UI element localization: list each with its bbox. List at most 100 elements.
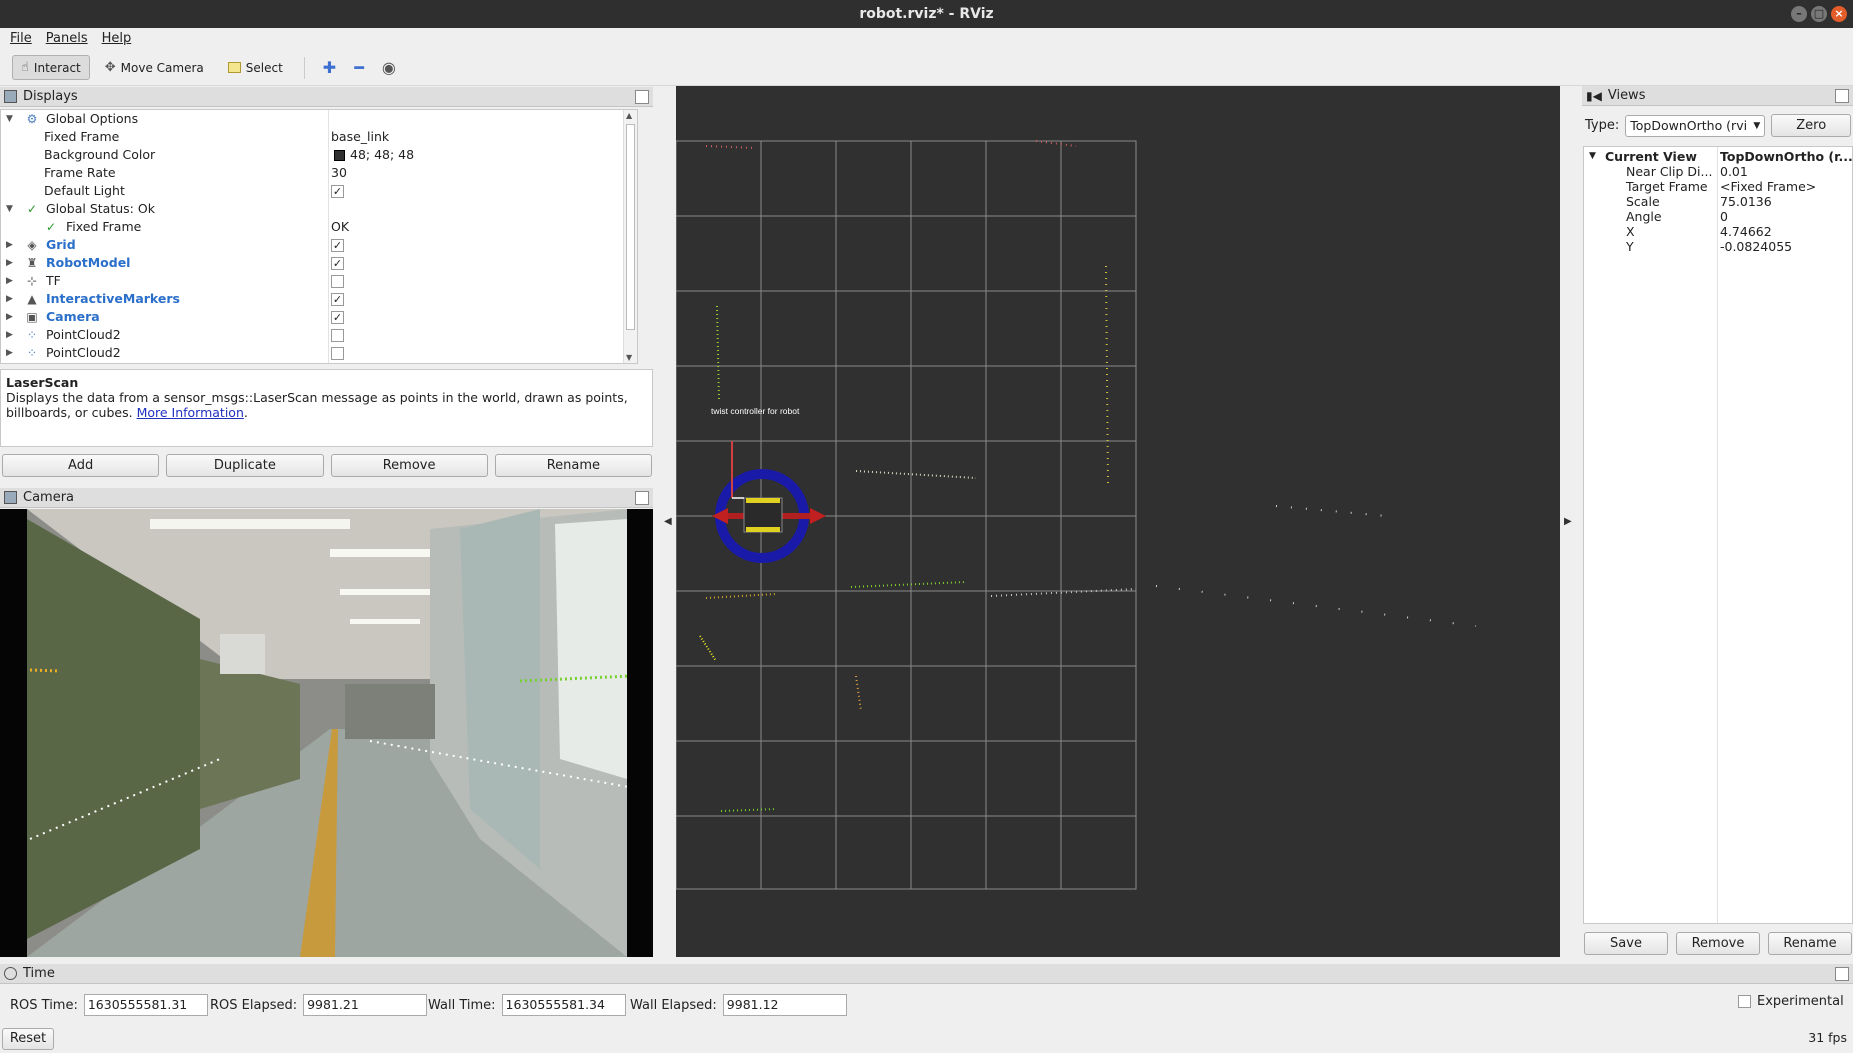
row-label: RobotModel: [46, 255, 131, 270]
panel-float-button[interactable]: [635, 491, 649, 505]
grid-icon: ◈: [27, 238, 37, 252]
displays-scrollbar[interactable]: ▲ ▼: [623, 110, 637, 363]
experimental-checkbox[interactable]: [1738, 995, 1751, 1008]
prop-value[interactable]: -0.0824055: [1720, 239, 1792, 254]
more-information-link[interactable]: More Information: [137, 405, 244, 420]
expand-icon[interactable]: ▼: [1589, 149, 1596, 164]
row-label: TF: [46, 273, 61, 288]
toolbar: ☝ Interact ✥ Move Camera Select ✚ ━ ◉: [0, 50, 1853, 86]
current-view-row[interactable]: ▼ Current View TopDownOrtho (r...: [1584, 149, 1853, 164]
reset-button[interactable]: Reset: [2, 1028, 54, 1050]
row-value[interactable]: 30: [331, 164, 347, 182]
wall-time-field[interactable]: 1630555581.34: [501, 994, 626, 1016]
tree-row-pointcloud2[interactable]: ▶ ⁘ PointCloud2: [1, 344, 637, 362]
menu-panels[interactable]: Panels: [46, 28, 88, 50]
wall-elapsed-label: Wall Elapsed:: [630, 997, 717, 1013]
collapse-icon[interactable]: ▶: [6, 326, 16, 344]
tree-row-grid[interactable]: ▶ ◈ Grid ✓: [1, 236, 637, 254]
prop-value[interactable]: 75.0136: [1720, 194, 1772, 209]
minimize-icon[interactable]: –: [1791, 6, 1807, 22]
scrollbar-thumb[interactable]: [626, 124, 635, 330]
row-label: Frame Rate: [44, 165, 116, 180]
pointcloud2-checkbox[interactable]: [331, 347, 344, 360]
collapse-icon[interactable]: ▶: [6, 290, 16, 308]
zero-button[interactable]: Zero: [1771, 114, 1852, 137]
prop-value[interactable]: 0.01: [1720, 164, 1748, 179]
interact-tool-button[interactable]: ☝ Interact: [12, 55, 90, 80]
select-label: Select: [245, 60, 283, 75]
color-swatch[interactable]: [334, 150, 345, 161]
pointcloud2-checkbox[interactable]: [331, 329, 344, 342]
ros-time-group: ROS Time: 1630555581.31: [10, 994, 208, 1016]
collapse-icon[interactable]: ▶: [6, 344, 16, 362]
ros-time-field[interactable]: 1630555581.31: [83, 994, 208, 1016]
collapse-left-icon[interactable]: ◀: [664, 516, 672, 527]
interactivemarkers-checkbox[interactable]: ✓: [331, 293, 344, 306]
view-prop-row[interactable]: Scale 75.0136: [1584, 194, 1852, 209]
tree-row-fixed-frame[interactable]: Fixed Frame base_link: [1, 128, 637, 146]
tree-row-tf[interactable]: ▶ ⊹ TF: [1, 272, 637, 290]
grid-checkbox[interactable]: ✓: [331, 239, 344, 252]
select-tool-button[interactable]: Select: [219, 56, 292, 80]
tree-row-robotmodel[interactable]: ▶ ♜ RobotModel ✓: [1, 254, 637, 272]
view-prop-row[interactable]: Target Frame <Fixed Frame>: [1584, 179, 1852, 194]
collapse-icon[interactable]: ▶: [6, 236, 16, 254]
row-value[interactable]: base_link: [331, 128, 389, 146]
ros-elapsed-field[interactable]: 9981.21: [303, 994, 428, 1016]
tree-row-default-light[interactable]: Default Light ✓: [1, 182, 637, 200]
expand-icon[interactable]: ▼: [6, 200, 16, 218]
prop-value[interactable]: <Fixed Frame>: [1720, 179, 1816, 194]
view-prop-row[interactable]: Y -0.0824055: [1584, 239, 1852, 254]
collapse-icon[interactable]: ▶: [6, 272, 16, 290]
eye-icon[interactable]: ◉: [376, 58, 402, 77]
close-icon[interactable]: ×: [1831, 6, 1847, 22]
collapse-icon[interactable]: ▶: [6, 308, 16, 326]
collapse-right-icon[interactable]: ▶: [1564, 516, 1572, 527]
tree-row-global-options[interactable]: ▼ ⚙ Global Options: [1, 110, 637, 128]
camera-checkbox[interactable]: ✓: [331, 311, 344, 324]
scroll-down-icon[interactable]: ▼: [626, 353, 632, 362]
tree-row-camera[interactable]: ▶ ▣ Camera ✓: [1, 308, 637, 326]
rename-view-button[interactable]: Rename: [1768, 932, 1852, 955]
menu-help[interactable]: Help: [102, 28, 132, 50]
tree-row-pointcloud2[interactable]: ▶ ⁘ PointCloud2: [1, 326, 637, 344]
view-prop-row[interactable]: Angle 0: [1584, 209, 1852, 224]
tree-row-frame-rate[interactable]: Frame Rate 30: [1, 164, 637, 182]
tree-row-interactivemarkers[interactable]: ▶ ▲ InteractiveMarkers ✓: [1, 290, 637, 308]
axes-icon: ⊹: [26, 274, 38, 288]
view-prop-row[interactable]: Near Clip Di... 0.01: [1584, 164, 1852, 179]
rename-button[interactable]: Rename: [494, 454, 652, 477]
panel-float-button[interactable]: [635, 90, 649, 104]
menu-file[interactable]: File: [10, 28, 32, 50]
expand-icon[interactable]: ▼: [6, 110, 16, 128]
row-label: PointCloud2: [46, 345, 121, 360]
view-prop-row[interactable]: X 4.74662: [1584, 224, 1852, 239]
panel-float-button[interactable]: [1835, 89, 1849, 103]
remove-tool-icon[interactable]: ━: [348, 58, 370, 77]
maximize-icon[interactable]: □: [1811, 6, 1827, 22]
add-tool-icon[interactable]: ✚: [317, 58, 342, 77]
robotmodel-checkbox[interactable]: ✓: [331, 257, 344, 270]
view-type-select[interactable]: TopDownOrtho (rvi ▼: [1625, 114, 1766, 137]
wall-elapsed-field[interactable]: 9981.12: [722, 994, 847, 1016]
prop-value[interactable]: 4.74662: [1720, 224, 1772, 239]
default-light-checkbox[interactable]: ✓: [331, 185, 344, 198]
save-view-button[interactable]: Save: [1584, 932, 1668, 955]
remove-view-button[interactable]: Remove: [1676, 932, 1760, 955]
tree-row-background-color[interactable]: Background Color 48; 48; 48: [1, 146, 637, 164]
scroll-up-icon[interactable]: ▲: [626, 111, 632, 120]
duplicate-button[interactable]: Duplicate: [166, 454, 324, 477]
row-value[interactable]: 48; 48; 48: [350, 146, 414, 164]
add-button[interactable]: Add: [2, 454, 160, 477]
tree-row-global-status[interactable]: ▼ ✓ Global Status: Ok: [1, 200, 637, 218]
collapse-icon[interactable]: ▶: [6, 254, 16, 272]
render-viewport[interactable]: twist controller for robot: [676, 86, 1560, 957]
prop-value[interactable]: 0: [1720, 209, 1728, 224]
interactive-marker[interactable]: [712, 469, 826, 563]
tree-row-status-fixed-frame[interactable]: ✓ Fixed Frame OK: [1, 218, 637, 236]
camera-image[interactable]: [0, 509, 653, 957]
panel-float-button[interactable]: [1835, 967, 1849, 981]
remove-button[interactable]: Remove: [330, 454, 488, 477]
move-camera-tool-button[interactable]: ✥ Move Camera: [96, 55, 213, 80]
tf-checkbox[interactable]: [331, 275, 344, 288]
